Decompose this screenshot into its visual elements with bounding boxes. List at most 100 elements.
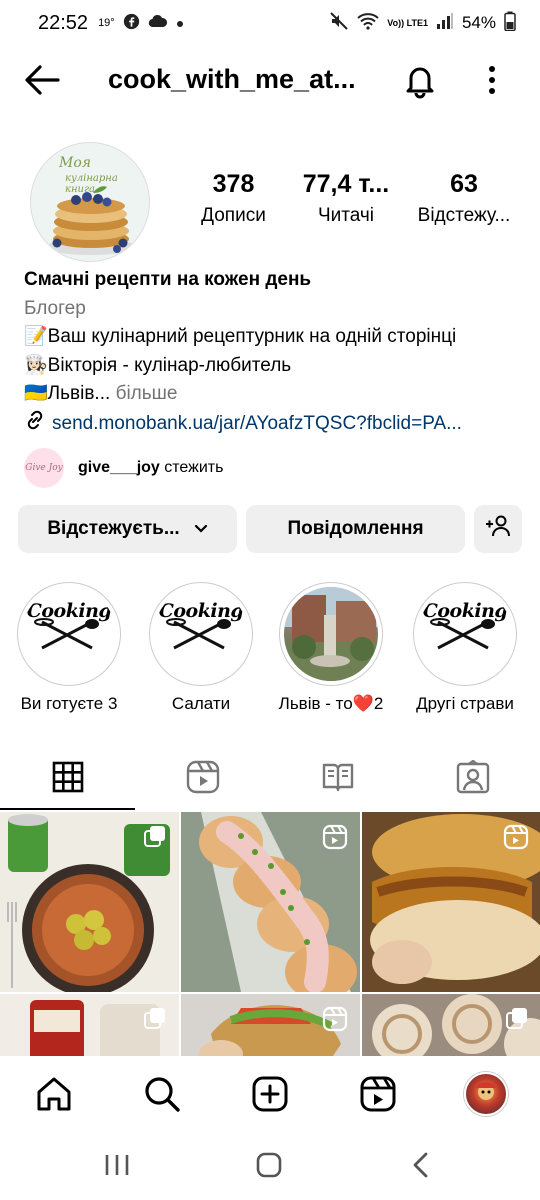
notification-bell-icon[interactable] [400, 60, 440, 100]
grid-icon [52, 761, 83, 793]
dot-icon [176, 15, 184, 32]
reels-icon [186, 760, 219, 794]
profile-category: Блогер [24, 297, 86, 319]
suggest-people-button[interactable] [474, 505, 522, 553]
tab-tagged[interactable] [405, 744, 540, 810]
carousel-icon [143, 1006, 167, 1035]
highlight-item[interactable]: Cooking Ви готуєте 3 [14, 582, 124, 714]
stat-posts-count: 378 [212, 170, 255, 198]
bio-external-link[interactable]: send.monobank.ua/jar/AYoafzTQSC?fbclid=P… [24, 409, 524, 441]
stat-posts-label: Дописи [201, 205, 266, 226]
highlight-cover: Cooking [418, 587, 512, 681]
mutual-follower-row[interactable]: Give Joy give___joy стежить [24, 448, 223, 488]
tagged-person-icon [456, 760, 489, 794]
profile-content-tabs [0, 744, 540, 810]
reel-icon [322, 824, 348, 855]
pancake-stack-image [45, 186, 137, 255]
highlight-item[interactable]: Львів - то❤️2 [276, 582, 386, 714]
highlight-label: Львів - то❤️2 [278, 694, 384, 713]
mutual-follower-avatar: Give Joy [24, 448, 64, 488]
search-icon[interactable] [140, 1072, 184, 1116]
network-label: Vo)) LTE1 [387, 17, 428, 28]
system-navigation-bar [0, 1130, 540, 1200]
highlight-cover: Cooking [154, 587, 248, 681]
bio-line-2: 👩🏻‍🍳Вікторія - кулінар-любитель [24, 354, 292, 376]
mute-icon [329, 11, 349, 36]
message-button[interactable]: Повідомлення [246, 505, 465, 553]
mutual-follower-suffix: стежить [164, 459, 224, 476]
my-profile-avatar[interactable] [464, 1072, 508, 1116]
whisk-spatula-icon [166, 618, 231, 650]
signal-icon [436, 12, 454, 35]
highlight-cover: Cooking [22, 587, 116, 681]
bio-line-1: 📝Ваш кулінарний рецептурник на одній сто… [24, 326, 457, 347]
recent-apps-icon[interactable] [100, 1148, 134, 1182]
following-button-label: Відстежуєть... [47, 518, 180, 539]
chevron-down-icon [194, 518, 208, 540]
wifi-icon [357, 12, 379, 35]
tab-guides[interactable] [270, 744, 405, 810]
stat-following-label: Відстежу... [417, 205, 511, 226]
status-temperature: 19° [98, 17, 115, 29]
back-system-icon[interactable] [404, 1148, 438, 1182]
mutual-follower-username: give___joy [78, 459, 160, 476]
tab-reels[interactable] [135, 744, 270, 810]
carousel-icon [143, 824, 167, 853]
whisk-spatula-icon [430, 618, 495, 650]
profile-display-name: Смачні рецепти на кожен день [24, 269, 312, 290]
reels-nav-icon[interactable] [356, 1072, 400, 1116]
profile-username: cook_with_me_at... [108, 64, 356, 94]
stat-followers-label: Читачі [317, 205, 375, 226]
highlight-cover-photo [284, 587, 378, 681]
profile-bio: Смачні рецепти на кожен день Блогер 📝Ваш… [24, 266, 524, 440]
bio-link-text[interactable]: send.monobank.ua/jar/AYoafzTQSC?fbclid=P… [52, 410, 462, 439]
more-options-icon[interactable] [478, 62, 506, 98]
highlight-label: Салати [171, 694, 231, 713]
add-person-icon [485, 514, 511, 544]
following-button[interactable]: Відстежуєть... [18, 505, 237, 553]
highlight-item[interactable]: Cooking Салати [146, 582, 256, 714]
post-thumbnail[interactable] [0, 994, 179, 1056]
stat-following-count: 63 [450, 170, 478, 198]
stat-following[interactable]: 63 Відстежу... [410, 170, 518, 227]
highlight-label: Другі страви [416, 694, 514, 713]
message-button-label: Повідомлення [287, 518, 424, 539]
status-bar: 22:52 19° Vo)) LTE1 54% [0, 0, 540, 46]
highlight-label: Ви готуєте 3 [20, 694, 118, 713]
bottom-navigation [0, 1056, 540, 1130]
tab-posts-grid[interactable] [0, 744, 135, 810]
battery-percent: 54% [461, 13, 496, 32]
stat-posts[interactable]: 378 Дописи [186, 170, 281, 227]
home-icon[interactable] [32, 1072, 76, 1116]
guides-book-icon [322, 763, 353, 792]
post-thumbnail[interactable] [362, 994, 540, 1056]
highlight-ring: Cooking [17, 582, 121, 686]
post-thumbnail[interactable] [362, 812, 540, 992]
profile-avatar-image [476, 1082, 496, 1100]
bio-line-3-row: 🇺🇦Львів... більше [24, 380, 524, 409]
post-thumbnail[interactable] [181, 812, 360, 992]
battery-icon [504, 11, 516, 36]
highlight-ring: Cooking [413, 582, 517, 686]
profile-top-nav: cook_with_me_at... [0, 50, 540, 110]
highlight-item[interactable]: Cooking Другі страви [410, 582, 520, 714]
highlight-ring [279, 582, 383, 686]
mutual-follower-text: give___joy стежить [78, 459, 223, 477]
bio-more-link[interactable]: більше [116, 383, 178, 404]
home-system-icon[interactable] [252, 1148, 286, 1182]
stat-followers-count: 77,4 т... [302, 170, 390, 198]
post-thumbnail[interactable] [181, 994, 360, 1056]
create-post-icon[interactable] [248, 1072, 292, 1116]
post-thumbnail[interactable] [0, 812, 179, 992]
highlight-ring: Cooking [149, 582, 253, 686]
lviv-monument-photo [284, 587, 378, 681]
whisk-spatula-icon [34, 618, 99, 650]
back-arrow-icon[interactable] [22, 62, 62, 98]
active-tab-indicator [0, 808, 135, 810]
profile-avatar[interactable]: Моя кулінарна книга [30, 142, 150, 262]
profile-stats: 378 Дописи 77,4 т... Читачі 63 Відстежу.… [186, 170, 526, 240]
reel-icon [322, 1006, 348, 1037]
cloud-icon [148, 14, 168, 32]
stat-followers[interactable]: 77,4 т... Читачі [296, 170, 396, 227]
bio-line-3: 🇺🇦Львів... [24, 383, 111, 404]
